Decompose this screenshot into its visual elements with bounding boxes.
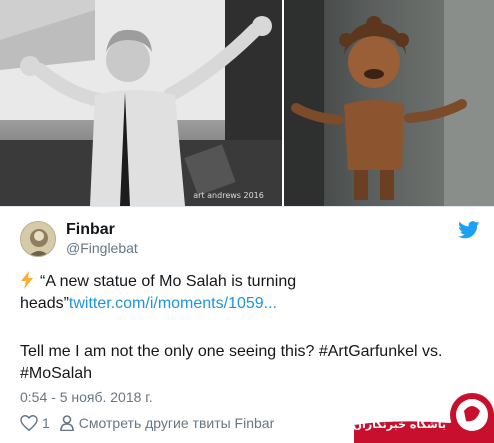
bronze-statue-illustration [283,0,494,206]
user-avatar[interactable] [20,221,56,257]
more-tweets-link[interactable]: Смотреть другие твиты Finbar [79,415,274,431]
photo-bronze-statue[interactable] [283,0,494,206]
person-icon[interactable] [59,415,74,431]
concert-man-illustration [0,0,282,206]
hashtag-mosalah[interactable]: #MoSalah [20,365,92,382]
user-handle[interactable]: @Finglebat [66,240,138,256]
moments-link[interactable]: twitter.com/i/moments/1059... [69,295,277,312]
site-watermark-logo [354,393,494,443]
tweet-text: “A new statue of Mo Salah is turning hea… [20,271,480,315]
question-text: Tell me I am not the only one seeing thi… [20,343,315,360]
photo-concert-man[interactable]: art andrews 2016 [0,0,282,206]
lightning-icon [21,271,33,289]
avatar-image [21,222,55,256]
vs-text: vs. [417,343,443,360]
heart-icon[interactable] [20,415,38,431]
watermark-site-text: باشگاه خبرنگاران [352,418,446,431]
like-count[interactable]: 1 [42,415,50,431]
hashtag-artgarfunkel[interactable]: #ArtGarfunkel [319,343,418,360]
tweet-timestamp[interactable]: 0:54 - 5 нояб. 2018 г. [20,389,153,405]
tweet-media[interactable]: art andrews 2016 [0,0,494,206]
tweet-actions: 1 Смотреть другие твиты Finbar [20,415,274,431]
photo-watermark: art andrews 2016 [193,191,264,200]
display-name[interactable]: Finbar [66,221,115,239]
twitter-bird-icon[interactable] [458,221,480,239]
